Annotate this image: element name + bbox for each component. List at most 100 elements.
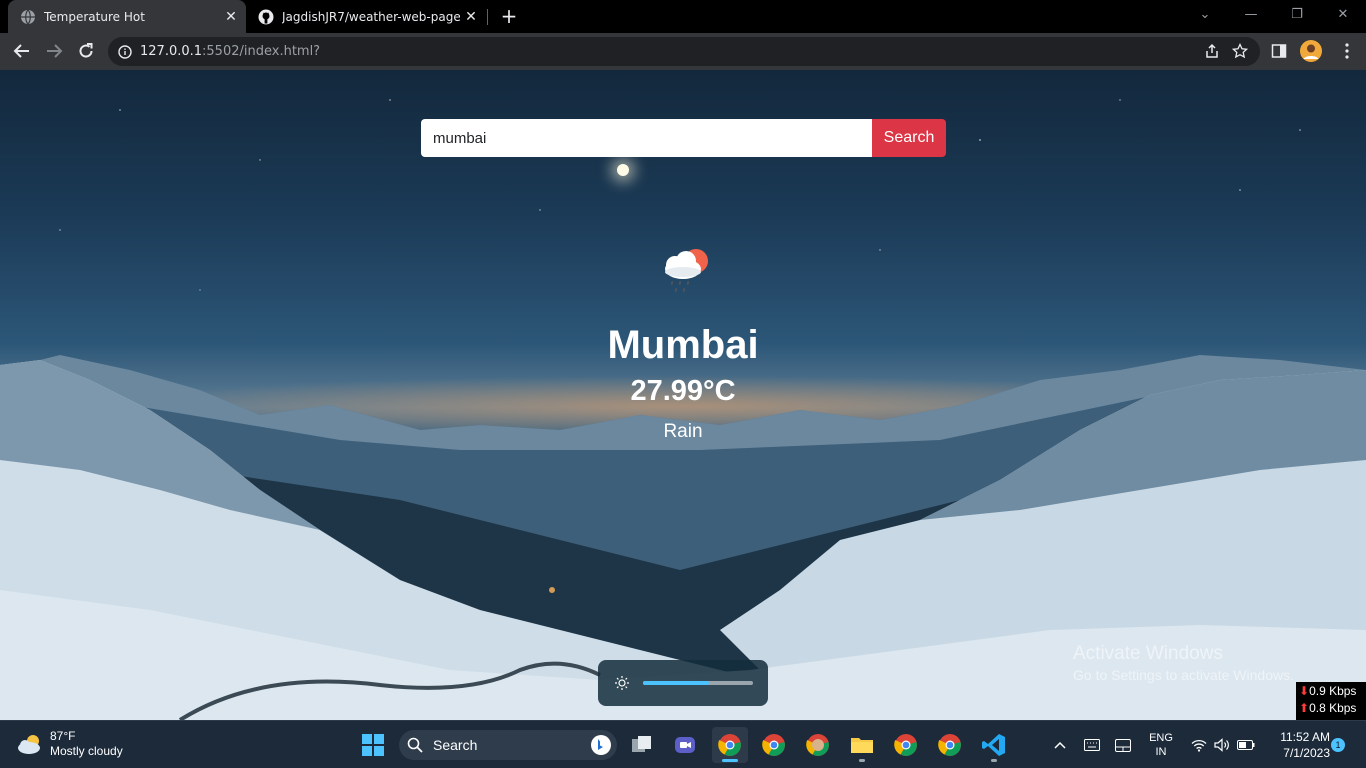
touchpad-icon bbox=[1115, 738, 1131, 752]
forward-button[interactable] bbox=[40, 37, 68, 65]
keyboard-icon bbox=[1084, 739, 1100, 751]
city-search-form: Search bbox=[421, 119, 946, 157]
download-arrow-icon: ⬇ bbox=[1299, 684, 1310, 698]
url-text: 127.0.0.1:5502/index.html? bbox=[140, 44, 320, 59]
clock-date: 7/1/2023 bbox=[1283, 746, 1330, 760]
upload-arrow-icon: ⬆ bbox=[1299, 701, 1310, 715]
browser-toolbar: 127.0.0.1:5502/index.html? bbox=[0, 33, 1366, 70]
keyboard-tray-icon[interactable] bbox=[1081, 721, 1103, 768]
taskbar-search-box[interactable]: Search bbox=[399, 730, 617, 760]
show-hidden-icons-button[interactable] bbox=[1048, 721, 1072, 768]
share-icon[interactable] bbox=[1204, 43, 1220, 63]
site-info-icon[interactable] bbox=[118, 44, 132, 59]
region-code: IN bbox=[1155, 746, 1167, 758]
close-tab-icon[interactable]: ✕ bbox=[220, 9, 242, 25]
tab-divider bbox=[487, 9, 488, 25]
tab-search-icon[interactable]: ⌄ bbox=[1182, 0, 1228, 33]
chrome-icon bbox=[894, 734, 917, 756]
taskbar-chrome-profile[interactable] bbox=[800, 727, 836, 763]
chrome-icon bbox=[762, 734, 785, 756]
city-search-input[interactable] bbox=[421, 119, 872, 157]
taskbar-weather-widget[interactable]: 87°F Mostly cloudy bbox=[16, 729, 123, 759]
teams-icon bbox=[675, 737, 695, 753]
back-arrow-icon bbox=[13, 44, 29, 58]
net-speed-meter: ⬇0.9 Kbps ⬆0.8 Kbps bbox=[1296, 682, 1366, 720]
taskbar-chrome-active[interactable] bbox=[712, 727, 748, 763]
tab-github[interactable]: JagdishJR7/weather-web-page- ✕ bbox=[250, 0, 486, 33]
globe-icon bbox=[20, 9, 36, 25]
taskbar-chrome-2[interactable] bbox=[756, 727, 792, 763]
quick-settings-button[interactable] bbox=[1188, 721, 1258, 768]
weather-condition: Rain bbox=[663, 421, 703, 442]
url-path: :5502/index.html? bbox=[202, 44, 321, 59]
upload-speed-value: 0.8 Kbps bbox=[1309, 701, 1357, 715]
forward-arrow-icon bbox=[47, 44, 63, 58]
side-panel-icon[interactable] bbox=[1265, 37, 1293, 65]
github-icon bbox=[258, 9, 274, 25]
clock-time: 11:52 AM bbox=[1280, 730, 1330, 744]
notification-badge[interactable]: 1 bbox=[1331, 738, 1345, 752]
taskbar-file-explorer[interactable] bbox=[844, 727, 880, 763]
running-indicator bbox=[991, 759, 997, 762]
taskbar-weather-desc: Mostly cloudy bbox=[50, 744, 123, 758]
activate-windows-subtitle: Go to Settings to activate Windows. bbox=[1073, 667, 1294, 683]
bookmark-star-icon[interactable] bbox=[1231, 42, 1249, 63]
city-name: Mumbai bbox=[607, 323, 759, 367]
language-code: ENG bbox=[1149, 732, 1173, 744]
touchpad-tray-icon[interactable] bbox=[1112, 721, 1134, 768]
search-icon bbox=[407, 737, 423, 753]
taskbar-weather-temp: 87°F bbox=[50, 729, 76, 743]
task-view-button[interactable] bbox=[624, 727, 660, 763]
close-window-button[interactable]: ✕ bbox=[1320, 0, 1366, 33]
profile-avatar[interactable] bbox=[1297, 37, 1325, 65]
browser-tab-bar: Temperature Hot ✕ JagdishJR7/weather-web… bbox=[0, 0, 1366, 33]
rain-cloud-sun-icon bbox=[653, 242, 713, 298]
start-button[interactable] bbox=[355, 727, 391, 763]
tab-temperature-hot[interactable]: Temperature Hot ✕ bbox=[8, 0, 246, 33]
reload-icon bbox=[79, 43, 93, 58]
chevron-up-icon bbox=[1054, 741, 1066, 749]
search-button[interactable]: Search bbox=[872, 119, 946, 157]
tab-title: JagdishJR7/weather-web-page- bbox=[282, 9, 460, 24]
language-indicator[interactable]: ENG IN bbox=[1142, 721, 1180, 768]
teams-chat-button[interactable] bbox=[667, 727, 703, 763]
windows-logo-icon bbox=[362, 734, 384, 756]
brightness-flyout bbox=[598, 660, 768, 706]
brightness-slider[interactable] bbox=[643, 681, 753, 685]
download-speed-value: 0.9 Kbps bbox=[1309, 684, 1357, 698]
taskbar-vscode[interactable] bbox=[976, 727, 1012, 763]
back-button[interactable] bbox=[8, 37, 36, 65]
minimize-button[interactable]: — bbox=[1228, 0, 1274, 33]
brightness-sun-icon bbox=[615, 676, 629, 690]
tab-title: Temperature Hot bbox=[44, 9, 145, 24]
chrome-icon bbox=[718, 734, 741, 756]
brightness-slider-fill bbox=[643, 681, 709, 685]
new-tab-button[interactable]: + bbox=[497, 4, 521, 28]
taskbar-chrome-3[interactable] bbox=[888, 727, 924, 763]
system-clock[interactable]: 11:52 AM 7/1/2023 bbox=[1266, 729, 1330, 761]
wifi-icon bbox=[1191, 739, 1207, 752]
menu-kebab-icon[interactable] bbox=[1333, 37, 1361, 65]
close-tab-icon[interactable]: ✕ bbox=[460, 9, 482, 25]
folder-icon bbox=[851, 738, 873, 753]
activate-windows-title: Activate Windows bbox=[1073, 643, 1223, 664]
vscode-icon bbox=[982, 734, 1005, 756]
taskbar-search-label: Search bbox=[433, 737, 478, 753]
restore-button[interactable]: ❐ bbox=[1274, 0, 1320, 33]
weather-page: Search Mumbai 27.99°C Rain bbox=[0, 70, 1366, 720]
bing-icon[interactable] bbox=[591, 735, 611, 758]
taskbar-chrome-4[interactable] bbox=[932, 727, 968, 763]
address-bar[interactable]: 127.0.0.1:5502/index.html? bbox=[108, 37, 1260, 66]
cloud-sun-icon bbox=[18, 735, 40, 754]
moon bbox=[617, 164, 629, 176]
reload-button[interactable] bbox=[72, 37, 100, 65]
task-view-icon bbox=[632, 736, 651, 752]
url-host: 127.0.0.1 bbox=[140, 44, 203, 59]
download-speed: ⬇0.9 Kbps bbox=[1299, 683, 1363, 700]
chrome-profile-icon bbox=[806, 734, 829, 756]
upload-speed: ⬆0.8 Kbps bbox=[1299, 700, 1363, 717]
chrome-icon bbox=[938, 734, 961, 756]
windows-taskbar: 87°F Mostly cloudy Search ENG IN 11:52 A… bbox=[0, 720, 1366, 768]
running-indicator bbox=[722, 759, 738, 762]
volume-icon bbox=[1214, 738, 1229, 752]
